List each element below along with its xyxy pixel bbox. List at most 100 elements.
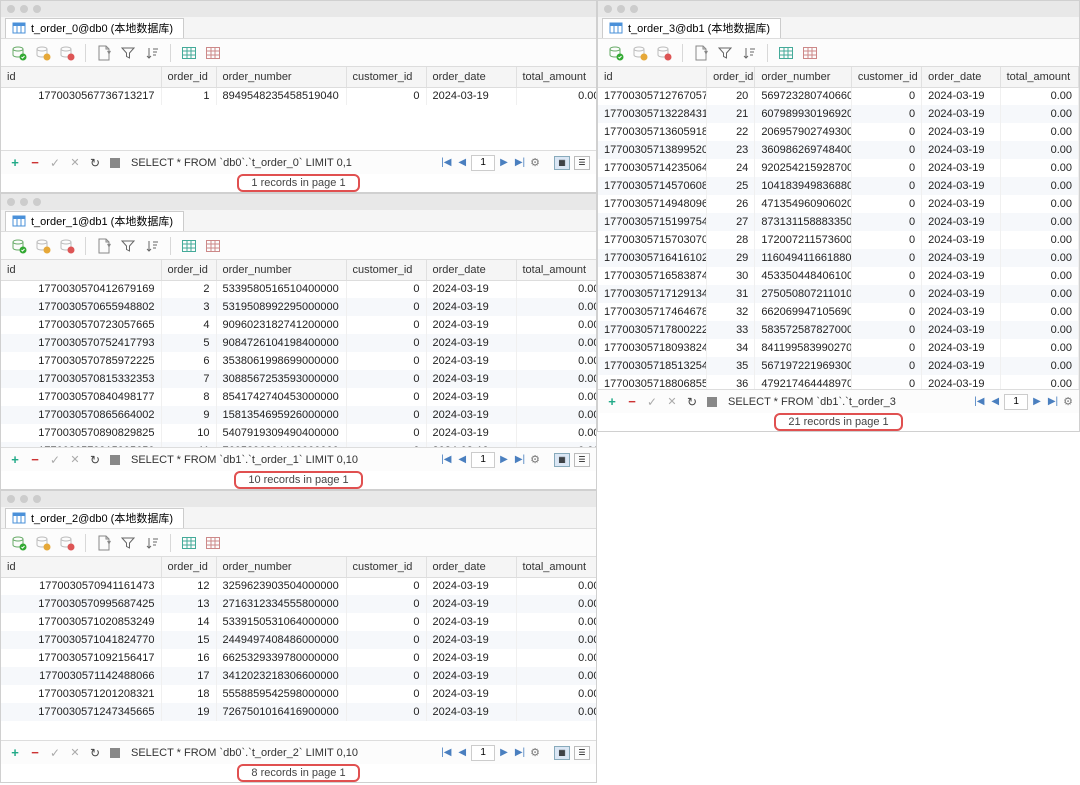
db-remove-button[interactable] <box>57 236 77 256</box>
col-header[interactable]: order_date <box>426 557 516 577</box>
tab[interactable]: t_order_3@db1 (本地数据库) <box>602 18 781 38</box>
pager-settings-icon[interactable]: ⚙ <box>530 156 540 169</box>
commit-button[interactable]: ✓ <box>47 745 63 761</box>
table-row[interactable]: 1770030570941161473123259623903504000000… <box>1 577 596 595</box>
export-button[interactable]: ▾ <box>691 43 711 63</box>
col-header[interactable]: id <box>1 260 161 280</box>
table-row[interactable]: 1770030571389952002233609862697484000000… <box>598 141 1079 159</box>
table-row[interactable]: 1770030571041824770152449497408486000000… <box>1 631 596 649</box>
view-alt-button[interactable] <box>203 236 223 256</box>
table-row[interactable]: 1770030571322843137216079899301969200000… <box>598 105 1079 123</box>
sort-button[interactable] <box>142 43 162 63</box>
window-dot[interactable] <box>630 5 638 13</box>
col-header[interactable]: customer_id <box>346 260 426 280</box>
delete-row-button[interactable]: − <box>27 155 43 171</box>
reload-button[interactable]: ↻ <box>684 394 700 410</box>
reload-button[interactable]: ↻ <box>87 155 103 171</box>
col-header[interactable]: customer_id <box>346 557 426 577</box>
last-page-button[interactable]: ▶| <box>513 454 527 465</box>
commit-button[interactable]: ✓ <box>644 394 660 410</box>
col-header[interactable]: order_date <box>426 260 516 280</box>
col-header[interactable]: order_id <box>161 260 216 280</box>
export-button[interactable]: ▾ <box>94 533 114 553</box>
export-button[interactable]: ▾ <box>94 43 114 63</box>
form-view-button[interactable]: ☰ <box>574 156 590 170</box>
export-button[interactable]: ▾ <box>94 236 114 256</box>
window-dot[interactable] <box>33 495 41 503</box>
next-page-button[interactable]: ▶ <box>498 157 510 168</box>
col-header[interactable]: order_date <box>426 67 516 87</box>
col-header[interactable]: order_number <box>216 557 346 577</box>
table-row[interactable]: 1770030570752417793590847261041984000000… <box>1 334 596 352</box>
db-edit-button[interactable] <box>33 236 53 256</box>
form-view-button[interactable]: ☰ <box>574 453 590 467</box>
window-dot[interactable] <box>20 495 28 503</box>
prev-page-button[interactable]: ◀ <box>456 454 468 465</box>
col-header[interactable]: customer_id <box>346 67 426 87</box>
tab[interactable]: t_order_1@db1 (本地数据库) <box>5 211 184 231</box>
filter-button[interactable] <box>715 43 735 63</box>
col-header[interactable]: customer_id <box>851 67 921 87</box>
db-remove-button[interactable] <box>654 43 674 63</box>
delete-row-button[interactable]: − <box>27 452 43 468</box>
table-row[interactable]: 1770030571712913409312750508072110100000… <box>598 285 1079 303</box>
col-header[interactable]: total_amount <box>516 260 596 280</box>
view-grid-button[interactable] <box>179 236 199 256</box>
col-header[interactable]: id <box>1 67 161 87</box>
view-grid-button[interactable] <box>179 43 199 63</box>
table-row[interactable]: 1770030571519975426278731311588833500000… <box>598 213 1079 231</box>
table-row[interactable]: 1770030571494809602264713549609060200000… <box>598 195 1079 213</box>
view-alt-button[interactable] <box>203 43 223 63</box>
db-add-button[interactable] <box>9 533 29 553</box>
table-row[interactable]: 1770030571570307074281720072115736000000… <box>598 231 1079 249</box>
table-row[interactable]: 1770030571658387457304533504484061000000… <box>598 267 1079 285</box>
view-grid-button[interactable] <box>776 43 796 63</box>
window-dot[interactable] <box>7 198 15 206</box>
table-row[interactable]: 1770030570840498177885417427404530000000… <box>1 388 596 406</box>
table-row[interactable]: 1770030571457060866251041839498368800000… <box>598 177 1079 195</box>
grid-view-button[interactable]: ▦ <box>554 746 570 760</box>
table-row[interactable]: 1770030570995687425132716312334555800000… <box>1 595 596 613</box>
delete-row-button[interactable]: − <box>27 745 43 761</box>
page-input[interactable] <box>1004 394 1028 410</box>
pager-settings-icon[interactable]: ⚙ <box>530 746 540 759</box>
next-page-button[interactable]: ▶ <box>498 454 510 465</box>
table-row[interactable]: 1770030570723057665490960231827412000000… <box>1 316 596 334</box>
table-row[interactable]: 1770030571880685570364792174644489700000… <box>598 375 1079 389</box>
col-header[interactable]: order_number <box>216 67 346 87</box>
table-row[interactable]: 1770030570785972225635380619986990000000… <box>1 352 596 370</box>
col-header[interactable]: order_date <box>922 67 1000 87</box>
db-add-button[interactable] <box>9 236 29 256</box>
pager-settings-icon[interactable]: ⚙ <box>1063 395 1073 408</box>
table-row[interactable]: 1770030571247345665197267501016416900000… <box>1 703 596 721</box>
db-add-button[interactable] <box>9 43 29 63</box>
db-edit-button[interactable] <box>33 533 53 553</box>
table-row[interactable]: 1770030570412679169253395805165104000000… <box>1 280 596 298</box>
col-header[interactable]: order_id <box>161 67 216 87</box>
table-row[interactable]: 1770030571360591873222069579027493000000… <box>598 123 1079 141</box>
page-input[interactable] <box>471 745 495 761</box>
add-row-button[interactable]: + <box>7 155 23 171</box>
first-page-button[interactable]: |◀ <box>439 157 453 168</box>
reload-button[interactable]: ↻ <box>87 745 103 761</box>
table-row[interactable]: 1770030571092156417166625329339780000000… <box>1 649 596 667</box>
sort-button[interactable] <box>142 236 162 256</box>
page-input[interactable] <box>471 155 495 171</box>
next-page-button[interactable]: ▶ <box>498 747 510 758</box>
commit-button[interactable]: ✓ <box>47 155 63 171</box>
col-header[interactable]: total_amount <box>516 557 596 577</box>
db-edit-button[interactable] <box>33 43 53 63</box>
col-header[interactable]: order_id <box>161 557 216 577</box>
window-dot[interactable] <box>7 495 15 503</box>
table-row[interactable]: 1770030571641610241291160494116618800000… <box>598 249 1079 267</box>
col-header[interactable]: order_id <box>707 67 755 87</box>
db-edit-button[interactable] <box>630 43 650 63</box>
window-dot[interactable] <box>617 5 625 13</box>
first-page-button[interactable]: |◀ <box>439 747 453 758</box>
add-row-button[interactable]: + <box>7 452 23 468</box>
col-header[interactable]: id <box>598 67 707 87</box>
window-dot[interactable] <box>33 198 41 206</box>
col-header[interactable]: order_number <box>755 67 852 87</box>
grid[interactable]: idorder_idorder_numbercustomer_idorder_d… <box>1 67 596 150</box>
table-row[interactable]: 1770030571142488066173412023218306600000… <box>1 667 596 685</box>
